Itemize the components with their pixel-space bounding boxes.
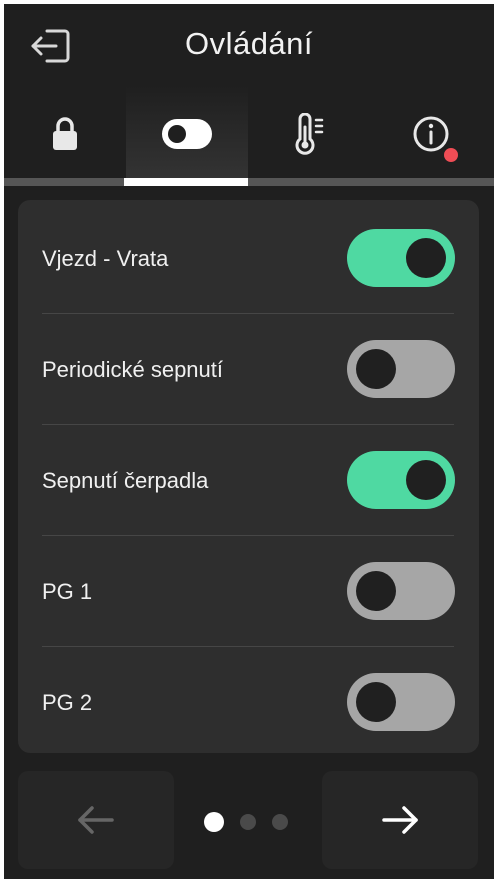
info-icon — [413, 116, 449, 152]
toggle-knob — [356, 682, 396, 722]
tab-controls[interactable] — [126, 86, 248, 182]
control-row: Sepnutí čerpadla — [42, 425, 455, 536]
page-dot — [272, 814, 288, 830]
tab-underline — [4, 178, 494, 186]
tab-temperature[interactable] — [248, 86, 370, 182]
toggle-switch[interactable] — [347, 229, 455, 287]
app-screen: Ovládání Vjezd - Vrata Periodické sepnut… — [4, 4, 494, 879]
tab-info[interactable] — [370, 86, 492, 182]
toggle-knob — [356, 571, 396, 611]
control-label: Vjezd - Vrata — [42, 246, 169, 271]
arrow-right-icon — [382, 806, 418, 834]
control-row: Periodické sepnutí — [42, 314, 455, 425]
header: Ovládání — [4, 4, 494, 86]
next-page-button[interactable] — [322, 771, 478, 869]
control-label: PG 1 — [42, 579, 93, 604]
thermometer-icon — [295, 113, 324, 155]
control-row: Vjezd - Vrata — [42, 203, 455, 314]
previous-page-button[interactable] — [18, 771, 174, 869]
page-indicator — [202, 812, 294, 832]
toggle-switch[interactable] — [347, 562, 455, 620]
control-label: PG 2 — [42, 690, 93, 715]
page-dot-active — [204, 812, 224, 832]
tab-security[interactable] — [4, 86, 126, 182]
control-row: PG 2 — [42, 647, 455, 758]
notification-badge — [444, 148, 458, 162]
controls-panel: Vjezd - Vrata Periodické sepnutí Sepnutí… — [18, 200, 479, 753]
toggle-knob — [356, 349, 396, 389]
toggle-switch[interactable] — [347, 673, 455, 731]
control-row: PG 1 — [42, 536, 455, 647]
toggle-switch[interactable] — [347, 451, 455, 509]
active-tab-indicator — [124, 178, 248, 186]
lock-icon — [53, 117, 77, 150]
control-label: Periodické sepnutí — [42, 357, 223, 382]
toggle-knob — [406, 460, 446, 500]
page-dot — [240, 814, 256, 830]
toggle-switch[interactable] — [347, 340, 455, 398]
control-label: Sepnutí čerpadla — [42, 468, 209, 493]
page-title: Ovládání — [184, 26, 314, 61]
arrow-left-icon — [78, 806, 114, 834]
tab-bar — [4, 86, 494, 186]
toggle-knob — [406, 238, 446, 278]
toggle-icon — [162, 119, 212, 149]
